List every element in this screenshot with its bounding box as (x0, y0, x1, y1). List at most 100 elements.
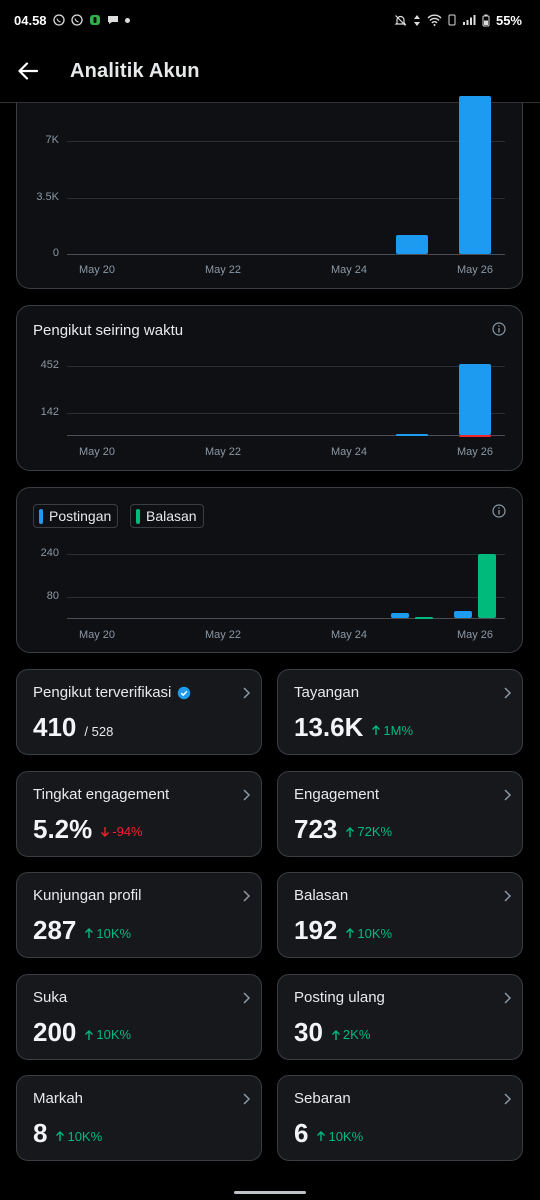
x-tick-label: May 26 (456, 264, 494, 276)
chart-bar (391, 613, 409, 618)
x-tick-label: May 26 (456, 446, 494, 458)
followers-chart-title: Pengikut seiring waktu (33, 322, 184, 339)
views-chart-card: 0 3.5K 7K May 20 May 22 May 24 May 26 (16, 96, 523, 289)
stat-card[interactable]: Balasan 192 10K% (277, 872, 523, 958)
status-bar: 04.58 55% (0, 0, 540, 40)
stat-label: Engagement (294, 786, 379, 803)
chevron-right-icon (243, 788, 251, 801)
chart-bar (396, 234, 428, 254)
stat-delta-text: 10K% (67, 1128, 103, 1144)
x-tick-label: May 22 (204, 629, 242, 641)
stat-label: Pengikut terverifikasi (33, 684, 191, 701)
stat-value: 30 (294, 1016, 323, 1047)
legend-label-postingan: Postingan (49, 508, 112, 524)
x-tick-label: May 20 (78, 446, 116, 458)
arrow-up-icon (317, 1131, 326, 1141)
stat-delta: 10K% (345, 926, 392, 941)
stat-delta: 10K% (84, 1027, 131, 1042)
stat-label: Sebaran (294, 1090, 351, 1107)
stat-label-text: Markah (33, 1090, 84, 1107)
stat-label-text: Engagement (294, 785, 380, 803)
stat-card[interactable]: Tingkat engagement 5.2% -94% (16, 770, 262, 857)
chevron-right-icon (243, 890, 251, 902)
info-icon[interactable] (492, 322, 506, 336)
data-transfer-icon (413, 14, 420, 26)
arrow-up-icon (85, 1029, 94, 1040)
chart-bar (454, 610, 472, 618)
gridline (67, 366, 505, 368)
arrow-down-icon (101, 826, 110, 837)
stat-delta-text: 10K% (357, 925, 393, 941)
battery-icon (482, 14, 490, 26)
arrow-up-icon (346, 928, 355, 938)
stat-value: 8 (33, 1118, 48, 1148)
app-header: Analitik Akun (0, 40, 540, 103)
stat-card[interactable]: Tayangan 13.6K 1M% (277, 669, 523, 755)
stat-value-row: 287 10K% (33, 915, 131, 946)
legend-postingan[interactable]: Postingan (33, 504, 119, 528)
legend-swatch-green (136, 508, 140, 524)
stat-value-row: 5.2% -94% (33, 814, 143, 845)
stat-delta: 72K% (345, 824, 392, 839)
stat-delta-text: 72K% (357, 824, 393, 839)
mute-icon (394, 14, 407, 26)
stat-label: Tayangan (294, 684, 359, 701)
stat-delta: 10K% (316, 1129, 363, 1144)
stat-card[interactable]: Engagement 723 72K% (277, 770, 523, 857)
arrow-up-icon (85, 928, 94, 938)
x-tick-label: May 24 (330, 446, 368, 458)
arrow-up-icon (331, 1029, 340, 1040)
arrow-up-icon (56, 1131, 65, 1141)
stat-label: Kunjungan profil (33, 887, 141, 904)
arrow-up-icon (346, 826, 355, 837)
chevron-right-icon (504, 991, 512, 1004)
stat-value: 287 (33, 915, 77, 945)
status-left: 04.58 (14, 13, 130, 28)
gridline (67, 413, 505, 415)
y-tick-label: 142 (40, 406, 59, 419)
x-axis-baseline (67, 435, 505, 436)
stat-card[interactable]: Pengikut terverifikasi 410 / 528 (16, 669, 262, 755)
stat-delta-text: 10K% (96, 1027, 132, 1042)
x-axis-baseline (67, 254, 505, 255)
stat-delta: 10K% (84, 926, 131, 941)
stat-value: 13.6K (294, 712, 364, 742)
stat-card[interactable]: Suka 200 10K% (16, 973, 262, 1060)
stat-label-text: Kunjungan profil (33, 887, 142, 904)
legend-balasan[interactable]: Balasan (130, 504, 204, 528)
stat-value-row: 6 10K% (294, 1118, 363, 1149)
stat-delta: 1M% (371, 723, 413, 738)
stat-card[interactable]: Sebaran 6 10K% (277, 1075, 523, 1161)
stat-label-text: Suka (33, 988, 68, 1006)
battery-percentage: 55% (495, 12, 522, 28)
gridline (67, 197, 505, 199)
stat-value: 723 (294, 813, 338, 844)
page-title: Analitik Akun (70, 59, 200, 82)
legend-swatch-blue (39, 508, 43, 524)
x-tick-label: May 24 (330, 629, 368, 641)
stat-label-text: Tingkat engagement (33, 785, 170, 803)
y-tick-label: 0 (52, 247, 59, 259)
stat-card[interactable]: Kunjungan profil 287 10K% (16, 872, 262, 958)
gridline (67, 141, 505, 143)
stat-label-text: Tayangan (294, 684, 360, 701)
stat-value-row: 30 2K% (294, 1017, 370, 1048)
stat-card[interactable]: Posting ulang 30 2K% (277, 973, 523, 1060)
stat-delta: -94% (100, 824, 143, 839)
back-button[interactable] (0, 43, 56, 99)
info-icon[interactable] (492, 504, 506, 518)
stat-delta: 2K% (331, 1027, 370, 1042)
chart-bar (459, 96, 491, 254)
stat-label: Markah (33, 1090, 83, 1107)
stat-label: Posting ulang (294, 989, 385, 1006)
x-tick-label: May 20 (78, 264, 116, 276)
stat-card[interactable]: Markah 8 10K% (16, 1075, 262, 1161)
chevron-right-icon (243, 687, 251, 699)
y-tick-label: 80 (46, 589, 59, 602)
arrow-left-icon (18, 62, 38, 80)
posts-replies-chart-card: Postingan Balasan 80 240 May 20 May 22 May 2… (16, 487, 523, 653)
more-notifications-icon (124, 17, 130, 23)
home-indicator[interactable] (234, 1191, 306, 1194)
stat-value-row: 192 10K% (294, 915, 392, 946)
signal-icon (462, 15, 476, 25)
